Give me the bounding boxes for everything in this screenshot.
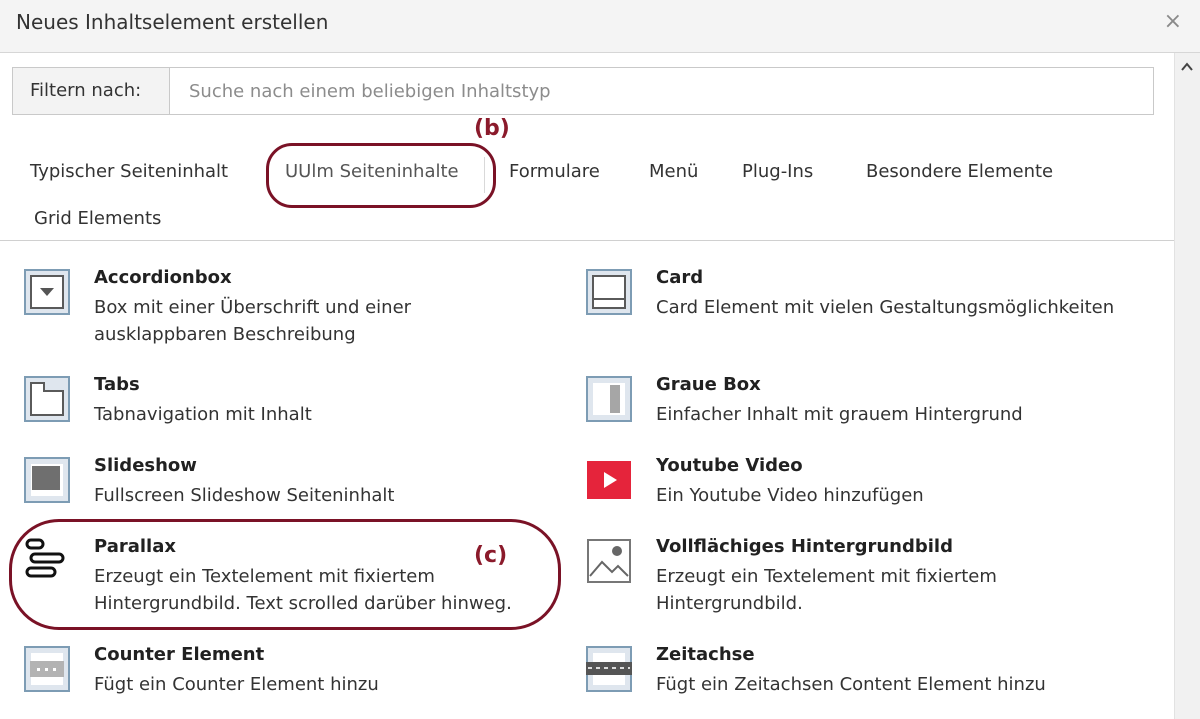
item-title: Vollflächiges Hintergrundbild [656,536,953,557]
annotation-c-label: (c) [474,543,508,568]
item-description: Tabnavigation mit Inhalt [94,404,312,425]
item-description: Box mit einer Überschrift und einer ausk… [94,297,412,345]
accordion-icon [24,269,70,315]
item-title: Counter Element [94,644,265,665]
timeline-icon [586,646,632,692]
image-icon [587,539,631,583]
item-title: Slideshow [94,455,197,476]
item-description: Fullscreen Slideshow Seiteninhalt [94,485,395,506]
dialog-title: Neues Inhaltselement erstellen [16,10,329,34]
annotation-b-label: (b) [474,116,510,141]
dialog-titlebar: Neues Inhaltselement erstellen × [0,0,1200,53]
tab-besondere-elemente[interactable]: Besondere Elemente [866,161,1053,182]
youtube-icon [587,461,631,499]
filter-bar: Filtern nach: [12,67,1154,115]
filter-label: Filtern nach: [13,68,170,114]
tabs-icon [24,376,70,422]
search-input[interactable] [170,68,1153,114]
tab-bar: Typischer Seiteninhalt UUlm Seiteninhalt… [0,149,1174,241]
item-description: Erzeugt ein Textelement mit fixiertem Hi… [656,566,997,614]
item-title: Accordionbox [94,267,232,288]
item-description: Ein Youtube Video hinzufügen [656,485,924,506]
chevron-up-icon[interactable] [1179,59,1195,75]
item-description: Fügt ein Zeitachsen Content Element hinz… [656,674,1046,695]
item-title: Graue Box [656,374,761,395]
close-icon[interactable]: × [1164,10,1182,34]
grey-box-icon [586,376,632,422]
tab-grid-elements[interactable]: Grid Elements [34,208,161,229]
tab-menu[interactable]: Menü [649,161,698,182]
item-description: Fügt ein Counter Element hinzu [94,674,379,695]
item-title: Zeitachse [656,644,755,665]
slideshow-icon [24,457,70,503]
counter-icon [24,646,70,692]
annotation-b-outline [266,143,496,208]
card-icon [586,269,632,315]
item-description: Einfacher Inhalt mit grauem Hintergrund [656,404,1023,425]
tab-formulare[interactable]: Formulare [509,161,600,182]
item-description: Card Element mit vielen Gestaltungsmögli… [656,297,1115,318]
item-title: Tabs [94,374,140,395]
tab-typischer-seiteninhalt[interactable]: Typischer Seiteninhalt [30,161,228,182]
item-title: Youtube Video [656,455,803,476]
tab-plug-ins[interactable]: Plug-Ins [742,161,813,182]
scrollbar[interactable] [1174,53,1200,719]
item-title: Card [656,267,704,288]
annotation-c-outline [9,519,561,630]
